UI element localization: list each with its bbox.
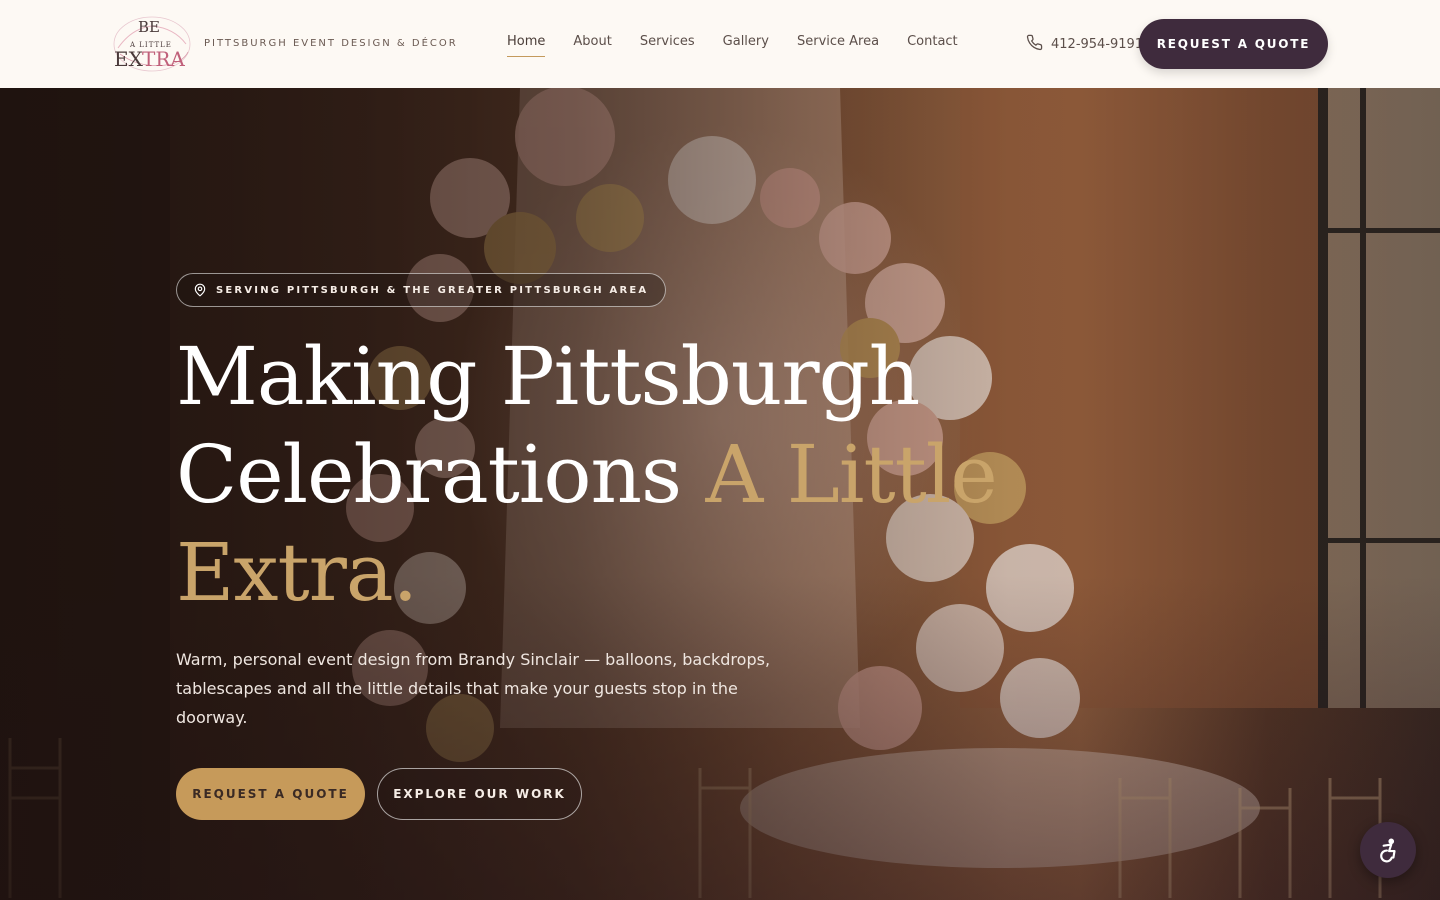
hero-headline: Making Pittsburgh Celebrations A Little … xyxy=(176,328,1036,622)
nav-services[interactable]: Services xyxy=(640,34,695,57)
service-area-badge: SERVING PITTSBURGH & THE GREATER PITTSBU… xyxy=(176,273,667,307)
nav-service-area[interactable]: Service Area xyxy=(797,34,879,57)
hero-section: SERVING PITTSBURGH & THE GREATER PITTSBU… xyxy=(0,88,1440,900)
phone-icon xyxy=(1026,34,1043,55)
headline-accent-2: Extra. xyxy=(176,526,418,619)
hero-lead-text: Warm, personal event design from Brandy … xyxy=(176,650,771,727)
header-request-quote-button[interactable]: REQUEST A QUOTE xyxy=(1139,19,1328,69)
hero-request-quote-button[interactable]: REQUEST A QUOTE xyxy=(176,768,365,820)
service-area-badge-text: SERVING PITTSBURGH & THE GREATER PITTSBU… xyxy=(216,284,649,296)
brand-logo[interactable]: BE A LITTLE EX TRA xyxy=(112,14,192,74)
phone-link[interactable]: 412-954-9191 xyxy=(1026,34,1143,55)
site-header: BE A LITTLE EX TRA PITTSBURGH EVENT DESI… xyxy=(0,0,1440,88)
explore-our-work-button[interactable]: EXPLORE OUR WORK xyxy=(377,768,582,820)
main-nav: Home About Services Gallery Service Area… xyxy=(507,34,986,57)
nav-about[interactable]: About xyxy=(573,34,611,57)
phone-number: 412-954-9191 xyxy=(1051,37,1144,52)
nav-home[interactable]: Home xyxy=(507,34,546,57)
brand-tagline: PITTSBURGH EVENT DESIGN & DÉCOR xyxy=(204,38,458,49)
nav-contact[interactable]: Contact xyxy=(907,34,958,57)
nav-gallery[interactable]: Gallery xyxy=(723,34,769,57)
accessibility-icon xyxy=(1375,837,1401,863)
headline-line-2: Celebrations xyxy=(176,428,682,521)
headline-line-1: Making Pittsburgh xyxy=(176,330,920,423)
headline-accent-1: A Little xyxy=(705,428,998,521)
location-pin-icon xyxy=(193,283,207,297)
accessibility-button[interactable] xyxy=(1360,822,1416,878)
svg-text:EX: EX xyxy=(114,47,144,71)
svg-text:TRA: TRA xyxy=(142,47,185,71)
svg-text:BE: BE xyxy=(138,18,160,36)
